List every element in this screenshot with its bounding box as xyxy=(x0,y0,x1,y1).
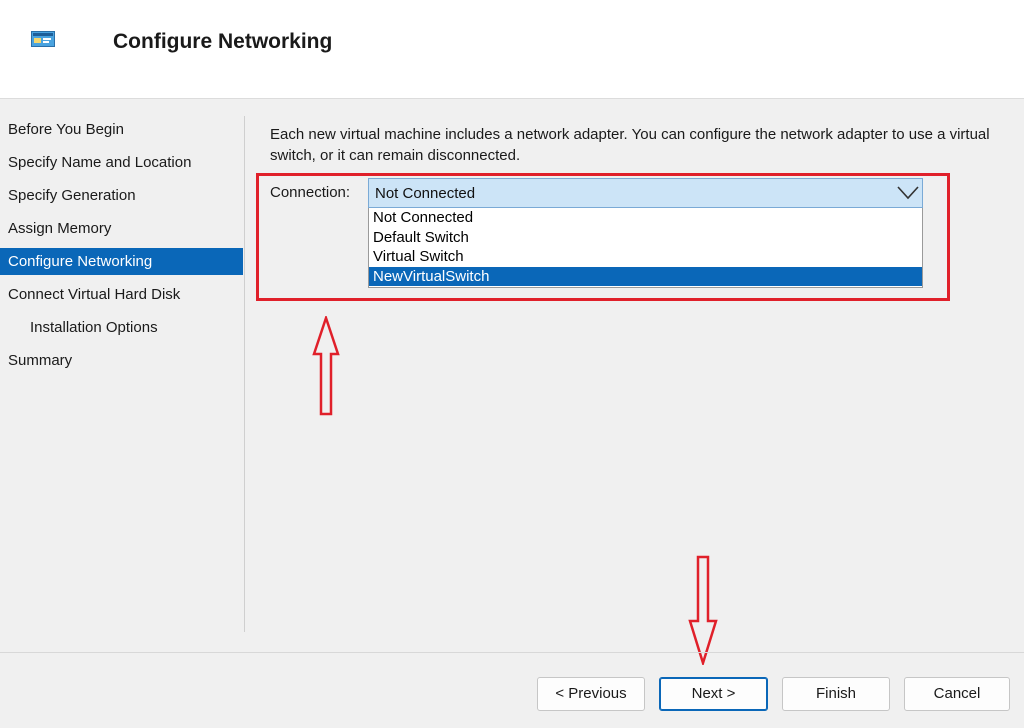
connection-combobox[interactable]: Not Connected xyxy=(368,178,923,208)
finish-button[interactable]: Finish xyxy=(782,677,890,711)
annotation-arrow-down-icon xyxy=(688,555,718,665)
hyperv-window-icon xyxy=(31,31,55,47)
nav-item-configure-networking[interactable]: Configure Networking xyxy=(0,248,243,275)
option-virtual-switch[interactable]: Virtual Switch xyxy=(369,247,922,267)
option-new-virtual-switch[interactable]: NewVirtualSwitch xyxy=(369,266,922,286)
nav-item-installation-options[interactable]: Installation Options xyxy=(0,314,244,341)
connection-dropdown-list: Not Connected Default Switch Virtual Swi… xyxy=(368,208,923,288)
networking-description: Each new virtual machine includes a netw… xyxy=(270,126,990,164)
nav-item-connect-virtual-hard-disk[interactable]: Connect Virtual Hard Disk xyxy=(0,281,244,308)
wizard-steps-nav: Before You Begin Specify Name and Locati… xyxy=(0,116,244,380)
annotation-arrow-up-icon xyxy=(312,316,340,416)
nav-item-specify-name-and-location[interactable]: Specify Name and Location xyxy=(0,149,244,176)
option-not-connected[interactable]: Not Connected xyxy=(369,208,922,228)
connection-label: Connection: xyxy=(270,184,351,201)
nav-divider xyxy=(244,116,245,632)
footer-divider xyxy=(0,652,1024,653)
nav-item-assign-memory[interactable]: Assign Memory xyxy=(0,215,244,242)
cancel-button[interactable]: Cancel xyxy=(904,677,1010,711)
nav-item-summary[interactable]: Summary xyxy=(0,347,244,374)
chevron-down-icon[interactable] xyxy=(896,183,920,203)
nav-item-before-you-begin[interactable]: Before You Begin xyxy=(0,116,244,143)
wizard-header: Configure Networking xyxy=(0,0,1024,99)
page-title: Configure Networking xyxy=(113,30,333,53)
connection-selected-value: Not Connected xyxy=(375,185,476,202)
nav-item-specify-generation[interactable]: Specify Generation xyxy=(0,182,244,209)
previous-button[interactable]: < Previous xyxy=(537,677,645,711)
next-button[interactable]: Next > xyxy=(659,677,768,711)
option-default-switch[interactable]: Default Switch xyxy=(369,228,922,248)
